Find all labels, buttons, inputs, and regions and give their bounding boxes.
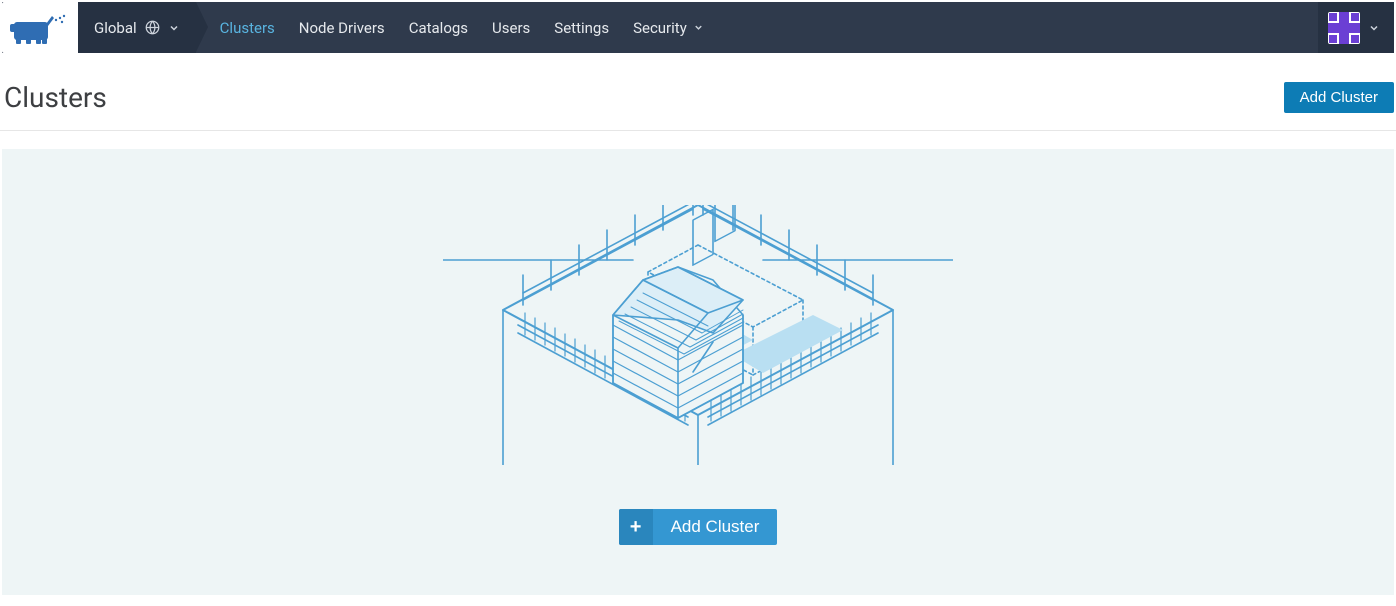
top-navigation-bar: Global Clusters Node Drivers Catalogs Us… xyxy=(2,2,1394,53)
add-cluster-button-center[interactable]: + Add Cluster xyxy=(619,509,778,545)
nav-clusters[interactable]: Clusters xyxy=(208,2,287,53)
scope-selector[interactable]: Global xyxy=(78,2,196,53)
chevron-down-icon xyxy=(693,22,704,33)
user-menu[interactable] xyxy=(1318,2,1394,53)
chevron-down-icon xyxy=(1368,22,1380,34)
nav-label: Security xyxy=(633,19,687,37)
nav-label: Catalogs xyxy=(409,19,468,37)
nav-catalogs[interactable]: Catalogs xyxy=(397,2,480,53)
nav-users[interactable]: Users xyxy=(480,2,542,53)
plus-icon: + xyxy=(619,509,653,545)
button-label: Add Cluster xyxy=(1300,89,1378,106)
page-header: Clusters Add Cluster xyxy=(0,55,1396,131)
nav-label: Node Drivers xyxy=(299,19,385,37)
main-nav: Clusters Node Drivers Catalogs Users Set… xyxy=(208,2,716,53)
nav-label: Users xyxy=(492,19,530,37)
avatar xyxy=(1328,12,1360,44)
empty-state-illustration xyxy=(443,205,953,465)
nav-settings[interactable]: Settings xyxy=(542,2,621,53)
scope-label: Global xyxy=(94,19,137,37)
globe-icon xyxy=(145,20,160,35)
empty-state-panel: + Add Cluster xyxy=(2,149,1394,595)
nav-security[interactable]: Security xyxy=(621,2,716,53)
page-title: Clusters xyxy=(4,81,107,114)
nav-label: Clusters xyxy=(220,19,275,37)
app-logo[interactable] xyxy=(2,2,78,53)
chevron-down-icon xyxy=(168,22,180,34)
nav-label: Settings xyxy=(554,19,609,37)
add-cluster-button[interactable]: Add Cluster xyxy=(1284,82,1394,113)
button-label: Add Cluster xyxy=(653,509,778,545)
cow-logo-icon xyxy=(8,10,68,46)
nav-node-drivers[interactable]: Node Drivers xyxy=(287,2,397,53)
